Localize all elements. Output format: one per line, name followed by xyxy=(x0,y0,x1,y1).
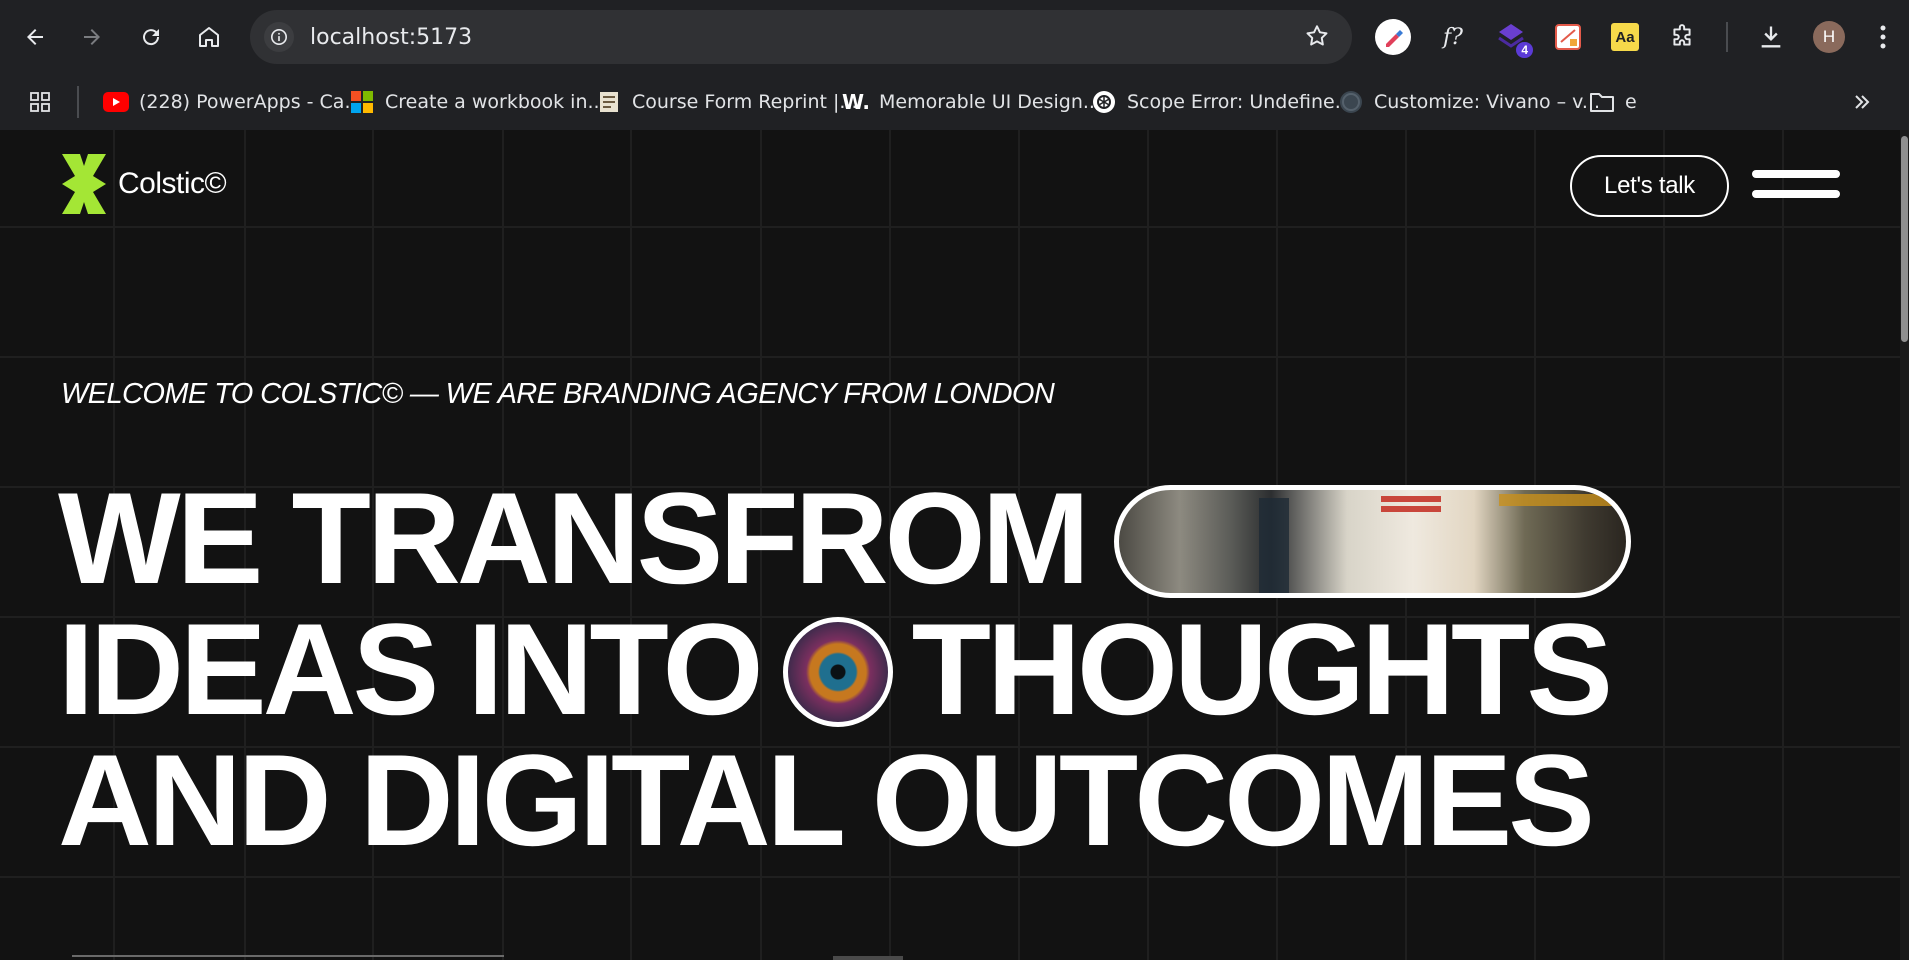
hero-video-pill xyxy=(1114,485,1631,598)
hamburger-menu-icon[interactable] xyxy=(1752,170,1840,202)
back-button[interactable] xyxy=(15,17,55,57)
scrollbar-thumb[interactable] xyxy=(1901,136,1908,342)
grid-line xyxy=(0,356,1900,358)
openai-icon xyxy=(1091,89,1117,115)
bottom-divider xyxy=(833,956,903,960)
bookmark-item[interactable]: Customize: Vivano – v... xyxy=(1338,84,1600,120)
w-logo-icon: W. xyxy=(841,90,871,114)
stacked-extension-icon[interactable]: 4 xyxy=(1493,18,1533,58)
brand-name: Colstic© xyxy=(118,167,227,200)
page-scrollbar[interactable] xyxy=(1900,130,1909,960)
bookmark-item[interactable]: (228) PowerApps - Ca... xyxy=(103,84,363,120)
bookmarks-bar: (228) PowerApps - Ca... Create a workboo… xyxy=(0,74,1909,130)
bookmark-star-icon[interactable] xyxy=(1304,23,1330,54)
hero-heading-line-1: WE TRANSFROM xyxy=(58,465,1090,611)
grid-line xyxy=(0,226,1900,228)
hero-eye-image xyxy=(783,617,893,727)
document-icon xyxy=(596,89,622,115)
color-picker-extension-icon[interactable] xyxy=(1374,18,1412,56)
bookmark-item[interactable]: Course Form Reprint |... xyxy=(596,84,858,120)
x-logo-icon xyxy=(62,154,106,214)
arrow-left-icon xyxy=(27,29,43,45)
lets-talk-button[interactable]: Let's talk xyxy=(1570,155,1729,217)
extension-badge: 4 xyxy=(1516,42,1533,58)
site-logo[interactable]: Colstic© xyxy=(62,154,227,214)
home-icon xyxy=(199,27,219,47)
profile-avatar[interactable]: H xyxy=(1810,18,1848,56)
hero-line-2-part-a: IDEAS INTO xyxy=(58,596,764,742)
page-viewport: Colstic© Let's talk WELCOME TO COLSTIC© … xyxy=(0,130,1900,960)
bookmark-item[interactable]: W. Memorable UI Design... xyxy=(841,84,1101,120)
home-button[interactable] xyxy=(189,17,229,57)
microsoft-icon xyxy=(349,89,375,115)
grid-line xyxy=(0,876,1900,878)
site-info-icon[interactable] xyxy=(264,22,294,52)
youtube-icon xyxy=(103,89,129,115)
dictionary-extension-icon[interactable]: Aa xyxy=(1606,18,1644,56)
more-bookmarks-icon[interactable] xyxy=(1852,84,1872,120)
bookmark-item[interactable]: Scope Error: Undefine... xyxy=(1091,84,1353,120)
grid-line xyxy=(1782,130,1784,960)
arrow-right-icon xyxy=(84,29,100,45)
apps-grid-icon[interactable] xyxy=(28,84,52,120)
toolbar-separator xyxy=(1726,22,1728,52)
bookmark-separator xyxy=(77,86,79,118)
address-bar[interactable]: localhost:5173 xyxy=(250,10,1352,64)
kebab-menu-icon[interactable] xyxy=(1864,18,1902,56)
puzzle-extensions-icon[interactable] xyxy=(1663,18,1701,56)
reload-button[interactable] xyxy=(131,17,171,57)
reload-icon xyxy=(143,29,160,46)
eyebrow-tagline: WELCOME TO COLSTIC© — WE ARE BRANDING AG… xyxy=(61,378,1055,410)
download-icon[interactable] xyxy=(1752,18,1790,56)
folder-icon xyxy=(1589,89,1615,115)
forward-button[interactable] xyxy=(72,17,112,57)
pdf-extension-icon[interactable] xyxy=(1549,18,1587,56)
grid-line xyxy=(1663,130,1665,960)
hero-heading-line-3: AND DIGITAL OUTCOMES xyxy=(58,727,1595,873)
hero-line-2-part-b: THOUGHTS xyxy=(911,596,1613,742)
bookmark-item[interactable]: e xyxy=(1589,84,1637,120)
url-text[interactable]: localhost:5173 xyxy=(310,25,472,50)
font-finder-extension-icon[interactable]: f? xyxy=(1434,18,1472,56)
bookmark-item[interactable]: Create a workbook in... xyxy=(349,84,606,120)
bottom-divider xyxy=(72,955,504,960)
browser-toolbar: localhost:5173 f? 4 Aa H xyxy=(0,0,1909,74)
wordpress-icon xyxy=(1338,89,1364,115)
